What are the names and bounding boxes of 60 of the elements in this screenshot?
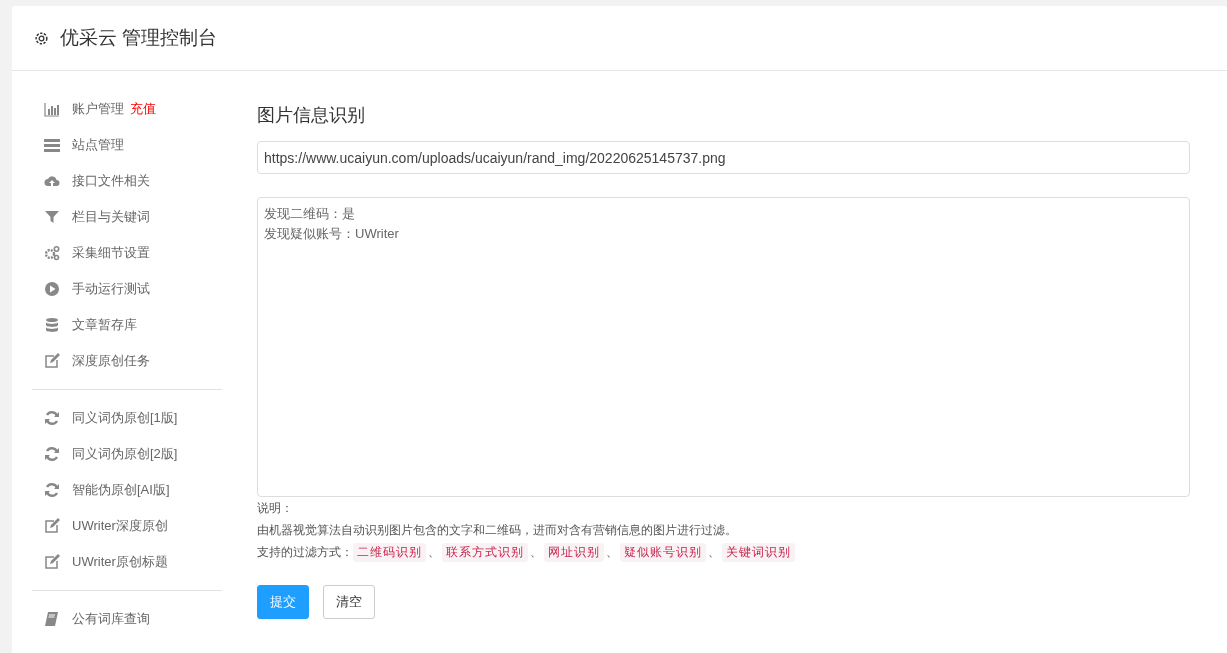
clear-button[interactable]: 清空 [323, 585, 375, 619]
sidebar-item[interactable]: 采集细节设置 [32, 235, 222, 271]
separator-mark: 、 [427, 543, 441, 561]
url-input-field[interactable]: https://www.ucaiyun.com/uploads/ucaiyun/rand_img/20220625145737.png [257, 141, 1190, 174]
sidebar-item-label: 文章暂存库 [72, 316, 137, 334]
sidebar-item[interactable]: 文章暂存库 [32, 307, 222, 343]
sidebar-item-label: 深度原创任务 [72, 352, 150, 370]
cloud-upload-icon [44, 173, 60, 189]
separator-mark: 、 [529, 543, 543, 561]
sidebar-item-label: UWriter原创标题 [72, 553, 168, 571]
server-icon [44, 137, 60, 153]
sidebar-item-label: 智能伪原创[AI版] [72, 481, 170, 499]
sidebar-item-label: 同义词伪原创[1版] [72, 409, 178, 427]
sidebar-item[interactable]: UWriter原创标题 [32, 544, 222, 580]
sidebar-item-label: 同义词伪原创[2版] [72, 445, 178, 463]
separator-mark: 、 [605, 543, 619, 561]
sidebar-item[interactable]: 站点管理 [32, 127, 222, 163]
sidebar-item[interactable]: 接口文件相关 [32, 163, 222, 199]
filter-method-tag: 关键词识别 [722, 542, 795, 562]
edit-icon [44, 518, 60, 534]
filter-method-tag: 二维码识别 [353, 542, 426, 562]
console-title: 优采云 管理控制台 [60, 26, 218, 50]
book-icon [44, 611, 60, 627]
separator-mark: 、 [707, 543, 721, 561]
sidebar-item[interactable]: 账户管理 充值 [32, 91, 222, 127]
sidebar-item[interactable]: 栏目与关键词 [32, 199, 222, 235]
play-icon [44, 281, 60, 297]
sidebar-item-label: UWriter深度原创 [72, 517, 168, 535]
filter-method-tag: 联系方式识别 [442, 542, 528, 562]
sidebar-item[interactable]: 公有词库查询 [32, 601, 222, 637]
refresh-icon [44, 482, 60, 498]
sidebar-item[interactable]: UWriter深度原创 [32, 508, 222, 544]
sidebar-item-label: 手动运行测试 [72, 280, 150, 298]
sidebar-item[interactable]: 深度原创任务 [32, 343, 222, 379]
refresh-icon [44, 446, 60, 462]
database-icon [44, 317, 60, 333]
settings-icon [33, 29, 50, 47]
edit-icon [44, 353, 60, 369]
refresh-icon [44, 410, 60, 426]
sidebar-item[interactable]: 同义词伪原创[2版] [32, 436, 222, 472]
sidebar-item[interactable]: 手动运行测试 [32, 271, 222, 307]
filter-icon [44, 209, 60, 225]
note-heading: 说明： [257, 500, 294, 517]
sidebar-item[interactable]: 智能伪原创[AI版] [32, 472, 222, 508]
bar-chart-icon [44, 101, 60, 117]
sidebar-item-label: 站点管理 [72, 136, 124, 154]
section-title: 图片信息识别 [257, 104, 366, 127]
edit-icon [44, 554, 60, 570]
result-text-area[interactable]: 发现二维码：是 发现疑似账号：UWriter [257, 197, 1190, 497]
note-description: 由机器视觉算法自动识别图片包含的文字和二维码，进而对含有营销信息的图片进行过滤。 [257, 522, 738, 539]
filter-methods-label: 支持的过滤方式： [257, 544, 353, 561]
recharge-link[interactable]: 充值 [130, 100, 156, 118]
sidebar-item-label: 接口文件相关 [72, 172, 150, 190]
sidebar-item-label: 采集细节设置 [72, 244, 150, 262]
sidebar-item-label: 账户管理 [72, 100, 124, 118]
sidebar-item[interactable]: 同义词伪原创[1版] [32, 400, 222, 436]
sidebar-item-label: 公有词库查询 [72, 610, 150, 628]
filter-method-tag: 网址识别 [544, 542, 604, 562]
sidebar-item-label: 栏目与关键词 [72, 208, 150, 226]
filter-method-tag: 疑似账号识别 [620, 542, 706, 562]
